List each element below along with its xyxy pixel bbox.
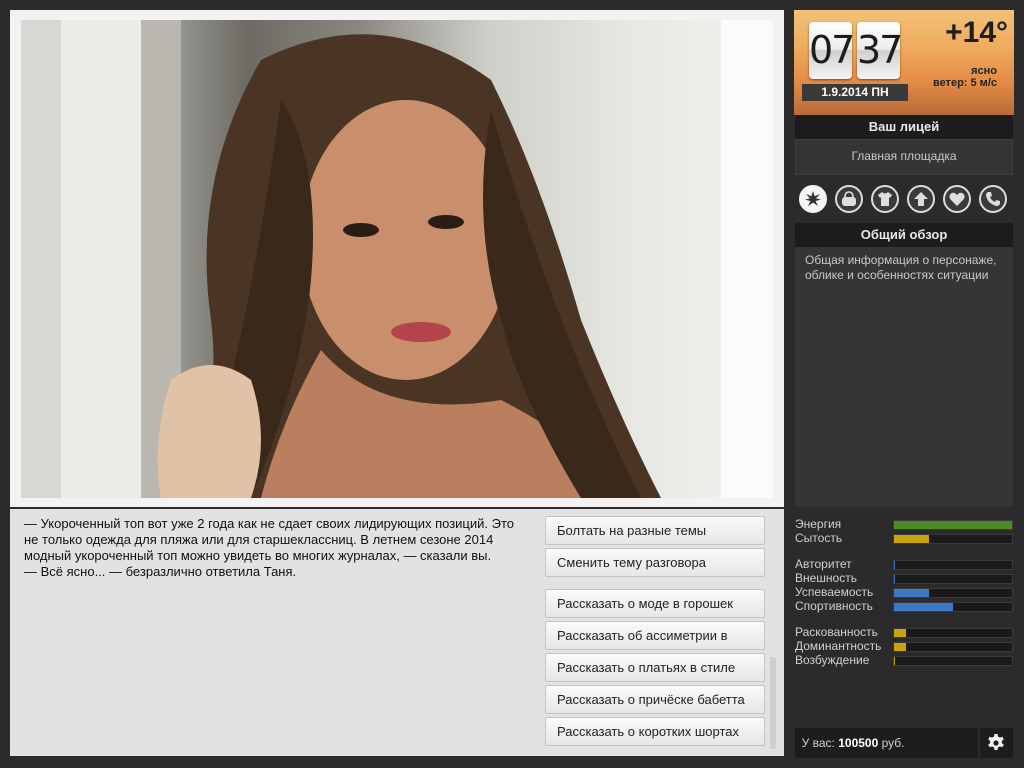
choice-button[interactable]: Рассказать о причёске бабетта <box>545 685 765 714</box>
dialog-text: — Укороченный топ вот уже 2 года как не … <box>24 516 515 579</box>
stat-bar <box>893 560 1013 570</box>
choice-button[interactable]: Рассказать о моде в горошек <box>545 589 765 618</box>
stat-bar <box>893 642 1013 652</box>
overview-description: Общая информация о персонаже, облике и о… <box>805 253 997 282</box>
money-currency: руб. <box>881 736 905 750</box>
stat-bar <box>893 602 1013 612</box>
dialog-panel: — Укороченный топ вот уже 2 года как не … <box>10 509 784 756</box>
money-display: У вас: 100500 руб. <box>795 728 978 758</box>
stat-label: Спортивность <box>795 599 873 613</box>
choice-button[interactable]: Болтать на разные темы <box>545 516 765 545</box>
stat-bar <box>893 520 1013 530</box>
money-prefix: У вас: <box>801 736 835 750</box>
choice-button[interactable]: Рассказать о платьях в стиле <box>545 653 765 682</box>
overview-panel: Общая информация о персонаже, облике и о… <box>795 247 1013 507</box>
weather-condition: ясно <box>971 65 997 77</box>
choice-list: Болтать на разные темы Сменить тему разг… <box>545 516 765 749</box>
location-title: Ваш лицей <box>795 115 1013 139</box>
choice-button[interactable]: Сменить тему разговора <box>545 548 765 577</box>
stat-label: Внешность <box>795 571 857 585</box>
stat-bar <box>893 656 1013 666</box>
stat-bar-fill <box>894 657 895 665</box>
photo-frame <box>10 10 784 507</box>
clock-minute: 37 <box>857 22 903 79</box>
settings-button[interactable] <box>980 728 1013 758</box>
money-amount: 100500 <box>838 736 879 750</box>
stat-bar <box>893 534 1013 544</box>
stat-label: Доминантность <box>795 639 882 653</box>
clock-weather-widget: 07 37 1.9.2014 ПН +14° ясно ветер: 5 м/с <box>794 10 1014 115</box>
stat-bar <box>893 574 1013 584</box>
gear-icon <box>988 734 1004 750</box>
stat-bar-fill <box>894 643 906 651</box>
choice-button[interactable]: Рассказать о коротких шортах <box>545 717 765 746</box>
character-photo <box>21 20 773 498</box>
tab-icon-bar <box>799 185 1015 215</box>
arrow-up-icon[interactable] <box>907 185 935 213</box>
stat-label: Раскованность <box>795 625 878 639</box>
temperature: +14° <box>945 16 1008 49</box>
stat-label: Авторитет <box>795 557 852 571</box>
stat-bar-fill <box>894 629 906 637</box>
clock-hour: 07 <box>809 22 855 79</box>
shirt-icon[interactable] <box>871 185 899 213</box>
stat-bar-fill <box>894 603 953 611</box>
clock-date: 1.9.2014 ПН <box>802 84 908 101</box>
stat-label: Успеваемость <box>795 585 874 599</box>
stat-bar-fill <box>894 561 895 569</box>
stat-bar <box>893 588 1013 598</box>
stat-label: Возбуждение <box>795 653 870 667</box>
choice-button[interactable]: Рассказать об ассиметрии в <box>545 621 765 650</box>
stat-label: Энергия <box>795 517 842 531</box>
bag-icon[interactable] <box>835 185 863 213</box>
active-tab-title: Общий обзор <box>795 223 1013 247</box>
location-subtitle[interactable]: Главная площадка <box>795 139 1013 175</box>
stat-bar-fill <box>894 521 1012 529</box>
stat-bar-fill <box>894 589 929 597</box>
phone-icon[interactable] <box>979 185 1007 213</box>
stat-bar-fill <box>894 535 929 543</box>
stat-bar <box>893 628 1013 638</box>
stat-bar-fill <box>894 575 895 583</box>
heart-icon[interactable] <box>943 185 971 213</box>
weather-wind: ветер: 5 м/с <box>932 77 997 89</box>
stat-label: Сытость <box>795 531 843 545</box>
choices-scrollbar[interactable] <box>770 657 776 749</box>
overview-icon[interactable] <box>799 185 827 213</box>
